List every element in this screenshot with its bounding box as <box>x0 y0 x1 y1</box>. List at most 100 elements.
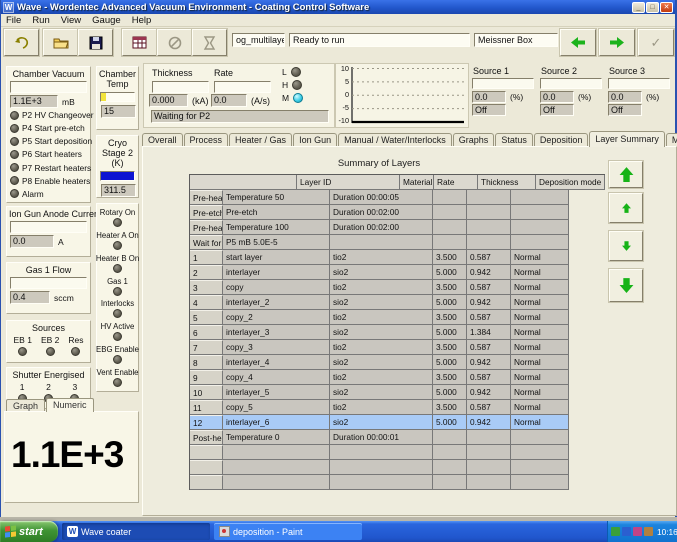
rate-cell: 3.500 <box>433 370 467 385</box>
close-button[interactable]: ✕ <box>660 2 673 13</box>
deposition-mode-cell: Normal <box>511 385 569 400</box>
material-id-cell: sio2 <box>330 415 433 430</box>
layer-table-row[interactable]: 2 interlayer sio2 5.000 0.942 Normal <box>190 265 605 280</box>
layer-table-row[interactable]: 10 interlayer_5 sio2 5.000 0.942 Normal <box>190 385 605 400</box>
main-tab[interactable]: Process <box>184 133 229 147</box>
stop-button[interactable] <box>157 29 192 56</box>
layer-table-row[interactable]: Post-heat Temperature 0 Duration 00:00:0… <box>190 430 605 445</box>
rate-cell: 3.500 <box>433 250 467 265</box>
move-down-button[interactable] <box>609 231 643 261</box>
recipe-list-button[interactable] <box>122 29 157 56</box>
minimize-button[interactable]: _ <box>632 2 645 13</box>
material-id-cell: Duration 00:02:00 <box>330 205 433 220</box>
main-tab[interactable]: Overall <box>142 133 183 147</box>
system-tray: 10:16 <box>607 521 677 542</box>
menu-item[interactable]: View <box>61 15 81 26</box>
layer-table-row[interactable] <box>190 460 605 475</box>
wait-button[interactable] <box>192 29 227 56</box>
system-led-label: Heater A On <box>96 231 138 240</box>
status-led-label: P7 Restart heaters <box>22 163 91 173</box>
layer-id-cell: copy <box>223 280 330 295</box>
row-header-cell: Post-heat <box>190 430 223 445</box>
next-step-button[interactable] <box>599 29 635 56</box>
move-to-top-button[interactable] <box>609 161 643 188</box>
layer-table-row[interactable]: 9 copy_4 tio2 3.500 0.587 Normal <box>190 370 605 385</box>
layer-table-row[interactable] <box>190 475 605 490</box>
layer-summary-table: Layer IDMaterial IDRateThicknessDepositi… <box>189 174 605 490</box>
tray-icon-magenta[interactable] <box>633 527 642 536</box>
move-up-button[interactable] <box>609 193 643 223</box>
main-tab[interactable]: Material Summary <box>666 133 677 147</box>
deposition-mode-cell: Normal <box>511 400 569 415</box>
layer-id-cell: copy_5 <box>223 400 330 415</box>
layer-table-row[interactable]: Pre-heat 1 Temperature 50 Duration 00:00… <box>190 190 605 205</box>
table-header-cell: Thickness <box>478 175 536 190</box>
save-floppy-icon <box>89 36 103 50</box>
deposition-mode-cell: Normal <box>511 355 569 370</box>
thickness-cell: 0.587 <box>467 250 511 265</box>
menu-item[interactable]: Help <box>132 15 152 26</box>
menu-item[interactable]: Run <box>32 15 49 26</box>
ion-gun-label: Ion Gun Anode Current <box>9 209 88 219</box>
move-to-bottom-button[interactable] <box>609 269 643 302</box>
process-status-leds: P2 HV Changeover P4 Start pre-etch P5 St… <box>10 110 88 199</box>
row-header-cell: 1 <box>190 250 223 265</box>
thickness-cell: 0.587 <box>467 400 511 415</box>
chamber-temp-value: 15 <box>101 105 136 118</box>
row-header-cell: 7 <box>190 340 223 355</box>
menu-item[interactable]: File <box>6 15 21 26</box>
thickness-unit: (kA) <box>192 96 209 106</box>
deposition-mode-cell: Normal <box>511 415 569 430</box>
tray-icon-blue[interactable] <box>622 527 631 536</box>
material-id-cell: tio2 <box>330 250 433 265</box>
tray-icon-tan[interactable] <box>644 527 653 536</box>
thickness-rate-panel: Thickness 0.000 (kA) Rate 0.0 (A/s) L H <box>143 63 335 128</box>
layer-table-row[interactable]: 3 copy tio2 3.500 0.587 Normal <box>190 280 605 295</box>
layer-table-row[interactable]: 1 start layer tio2 3.500 0.587 Normal <box>190 250 605 265</box>
display-mode-tab[interactable]: Numeric <box>46 398 94 412</box>
layer-table-row[interactable]: 5 copy_2 tio2 3.500 0.587 Normal <box>190 310 605 325</box>
layer-table-row[interactable]: 4 interlayer_2 sio2 5.000 0.942 Normal <box>190 295 605 310</box>
row-header-cell <box>190 445 223 460</box>
app-window: W Wave - Wordentec Advanced Vacuum Envir… <box>0 0 677 517</box>
tray-icon-green[interactable] <box>611 527 620 536</box>
layer-table-row[interactable]: 6 interlayer_3 sio2 5.000 1.384 Normal <box>190 325 605 340</box>
recipe-name-field[interactable]: og_multilayer <box>232 33 285 47</box>
layer-table-row[interactable]: 7 copy_3 tio2 3.500 0.587 Normal <box>190 340 605 355</box>
layer-table-row[interactable]: 12 interlayer_6 sio2 5.000 0.942 Normal <box>190 415 605 430</box>
deposition-mode-cell: Normal <box>511 310 569 325</box>
material-id-cell: tio2 <box>330 340 433 355</box>
menu-item[interactable]: Gauge <box>92 15 121 26</box>
layer-table-row[interactable]: Pre-etch Pre-etch Duration 00:02:00 <box>190 205 605 220</box>
layer-id-cell: Temperature 50 <box>223 190 330 205</box>
main-tab[interactable]: Deposition <box>534 133 589 147</box>
layer-table-row[interactable]: Pre-heat 2 Temperature 100 Duration 00:0… <box>190 220 605 235</box>
deposition-mode-cell: Normal <box>511 265 569 280</box>
layer-table-row[interactable]: 8 interlayer_4 sio2 5.000 0.942 Normal <box>190 355 605 370</box>
fixture-field[interactable]: Meissner Box <box>474 33 558 47</box>
main-tab[interactable]: Heater / Gas <box>229 133 292 147</box>
layer-table-row[interactable] <box>190 445 605 460</box>
layer-id-cell: interlayer <box>223 265 330 280</box>
deposition-mode-cell <box>511 460 569 475</box>
confirm-button[interactable]: ✓ <box>638 29 674 56</box>
open-file-button[interactable] <box>43 29 78 56</box>
main-tab[interactable]: Ion Gun <box>293 133 337 147</box>
layer-table-row[interactable]: Wait for P5 P5 mB 5.0E-5 <box>190 235 605 250</box>
main-tab[interactable]: Manual / Water/Interlocks <box>338 133 452 147</box>
start-button[interactable]: start <box>0 521 58 542</box>
layer-table-row[interactable]: 11 copy_5 tio2 3.500 0.587 Normal <box>190 400 605 415</box>
taskbar-task[interactable]: W Wave coater <box>62 523 210 540</box>
system-led-item: Vent Enable <box>96 368 138 387</box>
hourglass-icon <box>203 36 216 50</box>
main-tab[interactable]: Graphs <box>453 133 495 147</box>
material-id-cell: tio2 <box>330 400 433 415</box>
undo-button[interactable] <box>4 29 39 56</box>
taskbar-task[interactable]: deposition - Paint <box>214 523 362 540</box>
main-tab[interactable]: Status <box>495 133 533 147</box>
maximize-button[interactable]: □ <box>646 2 659 13</box>
main-tab[interactable]: Layer Summary <box>589 131 665 147</box>
save-button[interactable] <box>78 29 113 56</box>
previous-step-button[interactable] <box>560 29 596 56</box>
titlebar: W Wave - Wordentec Advanced Vacuum Envir… <box>1 0 675 14</box>
